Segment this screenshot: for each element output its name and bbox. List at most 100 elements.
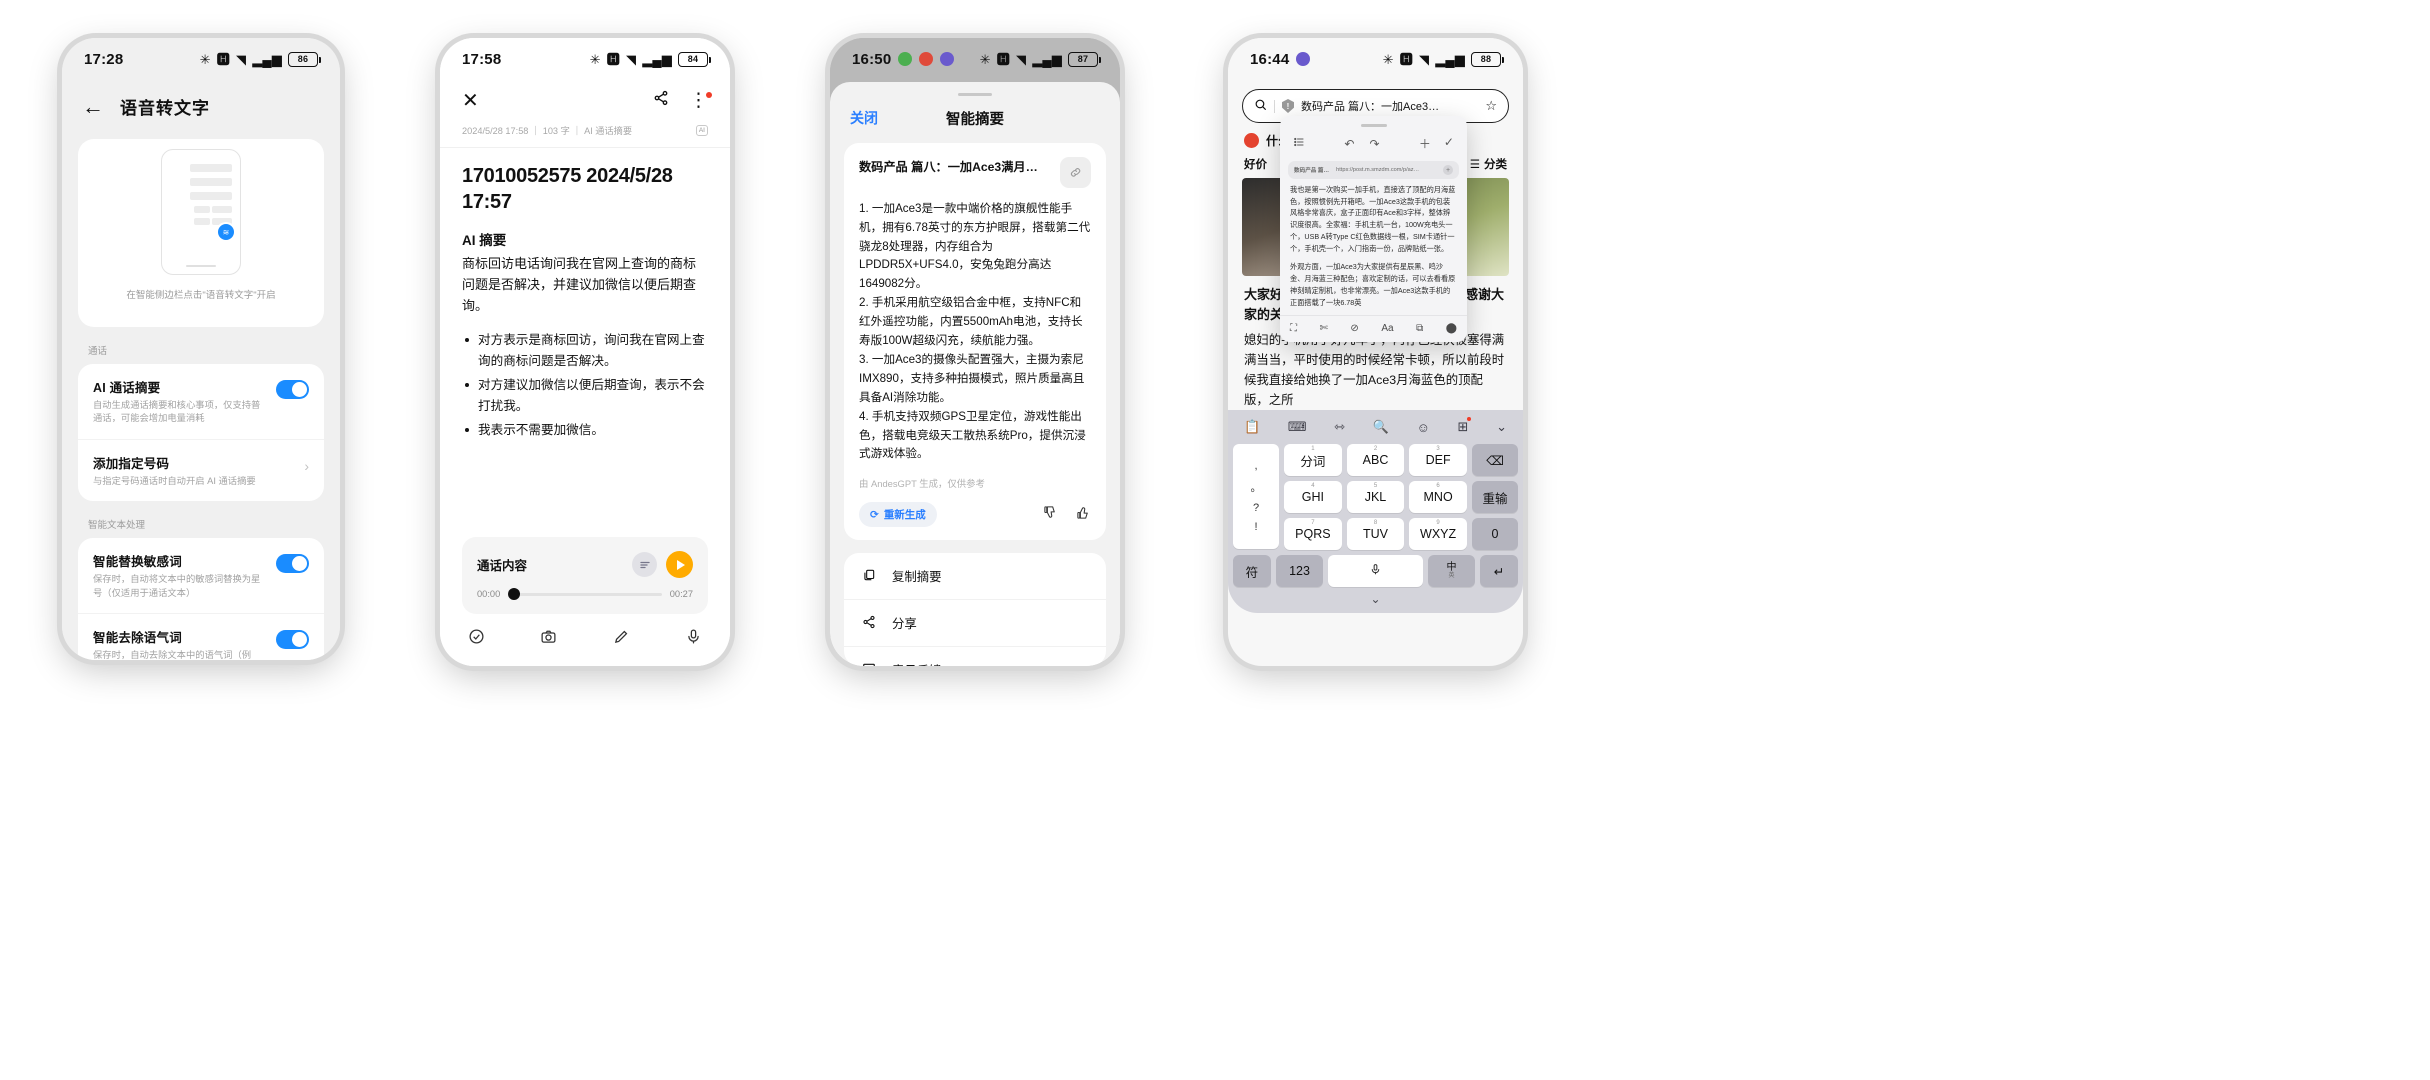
- bookmark-star-icon[interactable]: ☆: [1485, 98, 1497, 114]
- key-3-def[interactable]: 3 DEF: [1409, 444, 1467, 477]
- key-0[interactable]: 0: [1471, 518, 1518, 551]
- grid-icon[interactable]: ⊞: [1458, 417, 1472, 435]
- space-key[interactable]: [1328, 555, 1423, 588]
- symbol-key[interactable]: 符: [1233, 555, 1271, 588]
- camera-icon[interactable]: [540, 628, 557, 650]
- status-time: 17:58: [462, 50, 502, 68]
- cursor-move-icon[interactable]: ⇿: [1334, 419, 1345, 435]
- check-icon[interactable]: ✓: [1444, 135, 1454, 152]
- regenerate-button[interactable]: ⟳ 重新生成: [859, 502, 937, 528]
- key-6-mno[interactable]: 6 MNO: [1409, 481, 1467, 514]
- scan-icon[interactable]: ⛶: [1290, 323, 1297, 334]
- setting-row-replace-sensitive[interactable]: 智能替换敏感词 保存时，自动将文本中的敏感词替换为星号（仅适用于通话文本）: [78, 538, 324, 613]
- list-item: 我表示不需要加微信。: [462, 420, 708, 440]
- phone-1-settings: 17:28 ✳ 🅷 ◥ ▂▄▆ 86 ← 语音转文字 ≋ 在智能侧边栏点击"语音…: [62, 38, 340, 660]
- pencil-icon[interactable]: [613, 628, 630, 650]
- note-body: 17010052575 2024/5/28 17:57 AI 摘要 商标回访电话…: [440, 148, 730, 521]
- app-icon: [940, 52, 955, 66]
- key-label: DEF: [1425, 453, 1451, 468]
- progress-knob[interactable]: [508, 588, 521, 600]
- regenerate-label: 重新生成: [883, 509, 926, 522]
- thumbs-down-icon[interactable]: [1043, 505, 1058, 524]
- popup-right-buttons: ＋ ✓: [1419, 135, 1454, 152]
- close-button[interactable]: 关闭: [850, 108, 878, 128]
- tab-category[interactable]: ☰ 分类: [1470, 156, 1507, 172]
- camera-icon[interactable]: ⧉: [1416, 323, 1423, 334]
- key-9-wxyz[interactable]: 9 WXYZ: [1409, 518, 1467, 551]
- toggle-ai-call-summary[interactable]: [276, 380, 309, 399]
- bottom-toolbar: [440, 614, 730, 666]
- status-right: ✳ 🅷 ◥ ▂▄▆ 88: [1383, 51, 1504, 67]
- key-2-abc[interactable]: 2 ABC: [1346, 444, 1405, 477]
- voice-icon[interactable]: ⬤: [1446, 323, 1457, 334]
- key-7-pqrs[interactable]: 7 PQRS: [1284, 518, 1342, 551]
- transcript-icon[interactable]: [632, 552, 657, 577]
- numeric-key[interactable]: 123: [1275, 555, 1324, 588]
- numeric-label: 123: [1289, 564, 1310, 579]
- status-bar: 16:50 ✳ 🅷 ◥ ▂▄▆ 87: [830, 38, 1120, 80]
- enter-key[interactable]: ↵: [1480, 555, 1518, 588]
- share-icon[interactable]: [653, 90, 669, 111]
- address-text[interactable]: 数码产品 篇八：一加Ace3…: [1301, 98, 1478, 114]
- setting-row-add-number[interactable]: 添加指定号码 与指定号码通话时自动开启 AI 通话摘要 ›: [78, 438, 324, 501]
- summary-paragraph: 3. 一加Ace3的摄像头配置强大，主摄为索尼IMX890，支持多种拍摄模式，照…: [859, 352, 1085, 404]
- key-period: 。: [1250, 482, 1262, 495]
- plus-icon[interactable]: +: [1443, 165, 1453, 175]
- key-5-jkl[interactable]: 5 JKL: [1346, 481, 1405, 514]
- hero-illustration: ≋ 在智能侧边栏点击"语音转文字"开启: [78, 139, 324, 327]
- check-circle-icon[interactable]: [468, 628, 485, 650]
- cut-icon[interactable]: ✄: [1320, 323, 1328, 334]
- mockup-grabber: [186, 264, 216, 267]
- bluetooth-icon: ✳: [979, 51, 991, 67]
- menu-item-share[interactable]: 分享: [844, 599, 1106, 646]
- bullet-list-icon[interactable]: [1293, 136, 1305, 151]
- generated-by-note: 由 AndesGPT 生成，仅供参考: [859, 478, 985, 490]
- back-button[interactable]: ←: [82, 95, 104, 118]
- language-switch-key[interactable]: 中 英: [1427, 555, 1476, 588]
- search-icon[interactable]: 🔍: [1373, 419, 1389, 435]
- keyboard-icon[interactable]: ⌨: [1288, 419, 1307, 435]
- key-label: GHI: [1301, 490, 1324, 505]
- kebab-menu-icon[interactable]: ⋮: [689, 91, 712, 110]
- key-1-fenci[interactable]: 1 分词: [1284, 444, 1342, 477]
- key-comma: ,: [1254, 460, 1258, 473]
- link-icon[interactable]: [1060, 156, 1091, 188]
- font-size-icon[interactable]: Aa: [1381, 323, 1393, 334]
- clipboard-icon[interactable]: 📋: [1244, 419, 1260, 435]
- chevron-down-icon[interactable]: ⌄: [1496, 419, 1507, 435]
- toggle-replace-sensitive[interactable]: [276, 554, 309, 574]
- menu-item-copy[interactable]: 复制摘要: [844, 553, 1106, 599]
- undo-icon[interactable]: ↶: [1344, 137, 1354, 151]
- retype-key[interactable]: 重输: [1471, 481, 1518, 514]
- key-8-tuv[interactable]: 8 TUV: [1346, 518, 1405, 551]
- wifi-icon: ◥: [235, 51, 247, 67]
- note-content[interactable]: 我也是第一次购买一加手机，直接选了顶配的月海蓝色，按照惯例先开箱吧。一加Ace3…: [1280, 179, 1467, 315]
- time-end: 00:27: [669, 589, 693, 599]
- note-paragraph: 我也是第一次购买一加手机，直接选了顶配的月海蓝色，按照惯例先开箱吧。一加Ace3…: [1290, 185, 1456, 253]
- plus-icon[interactable]: ＋: [1419, 135, 1431, 152]
- player-label: 通话内容: [477, 559, 528, 573]
- microphone-icon[interactable]: [685, 628, 702, 650]
- toggle-remove-fillers[interactable]: [276, 630, 309, 650]
- thumbs-up-icon[interactable]: [1076, 505, 1091, 524]
- tab-good-price[interactable]: 好价: [1244, 156, 1267, 172]
- key-4-ghi[interactable]: 4 GHI: [1284, 481, 1342, 514]
- app-icon: [1296, 52, 1311, 66]
- close-button[interactable]: ✕: [462, 91, 479, 111]
- emoji-icon[interactable]: ☺: [1417, 420, 1430, 435]
- shield-warning-icon[interactable]: [1282, 99, 1294, 113]
- backspace-key[interactable]: ⌫: [1471, 444, 1518, 477]
- refresh-icon: ⟳: [870, 508, 879, 521]
- keyboard-collapse[interactable]: ⌄: [1228, 587, 1523, 608]
- play-icon[interactable]: [666, 551, 693, 578]
- setting-row-remove-fillers[interactable]: 智能去除语气词 保存时，自动去除文本中的语气词（例如"啊"、"呢"、"吧"等）: [78, 613, 324, 660]
- check-circle-icon[interactable]: ⊘: [1350, 323, 1358, 334]
- progress-track[interactable]: [508, 588, 662, 600]
- menu-item-feedback[interactable]: 意见反馈: [844, 646, 1106, 666]
- article-title: 数码产品 篇八：一加Ace3满月…: [859, 159, 1038, 174]
- redo-icon[interactable]: ↷: [1369, 137, 1379, 151]
- source-chip[interactable]: 数码产品 篇… https://post.m.smzdm.com/p/az… +: [1288, 161, 1459, 179]
- tab-category-label: 分类: [1484, 159, 1507, 171]
- punctuation-key[interactable]: , 。 ? !: [1233, 444, 1280, 550]
- setting-row-ai-call-summary[interactable]: AI 通话摘要 自动生成通话摘要和核心事项，仅支持普通话，可能会增加电量消耗: [78, 364, 324, 439]
